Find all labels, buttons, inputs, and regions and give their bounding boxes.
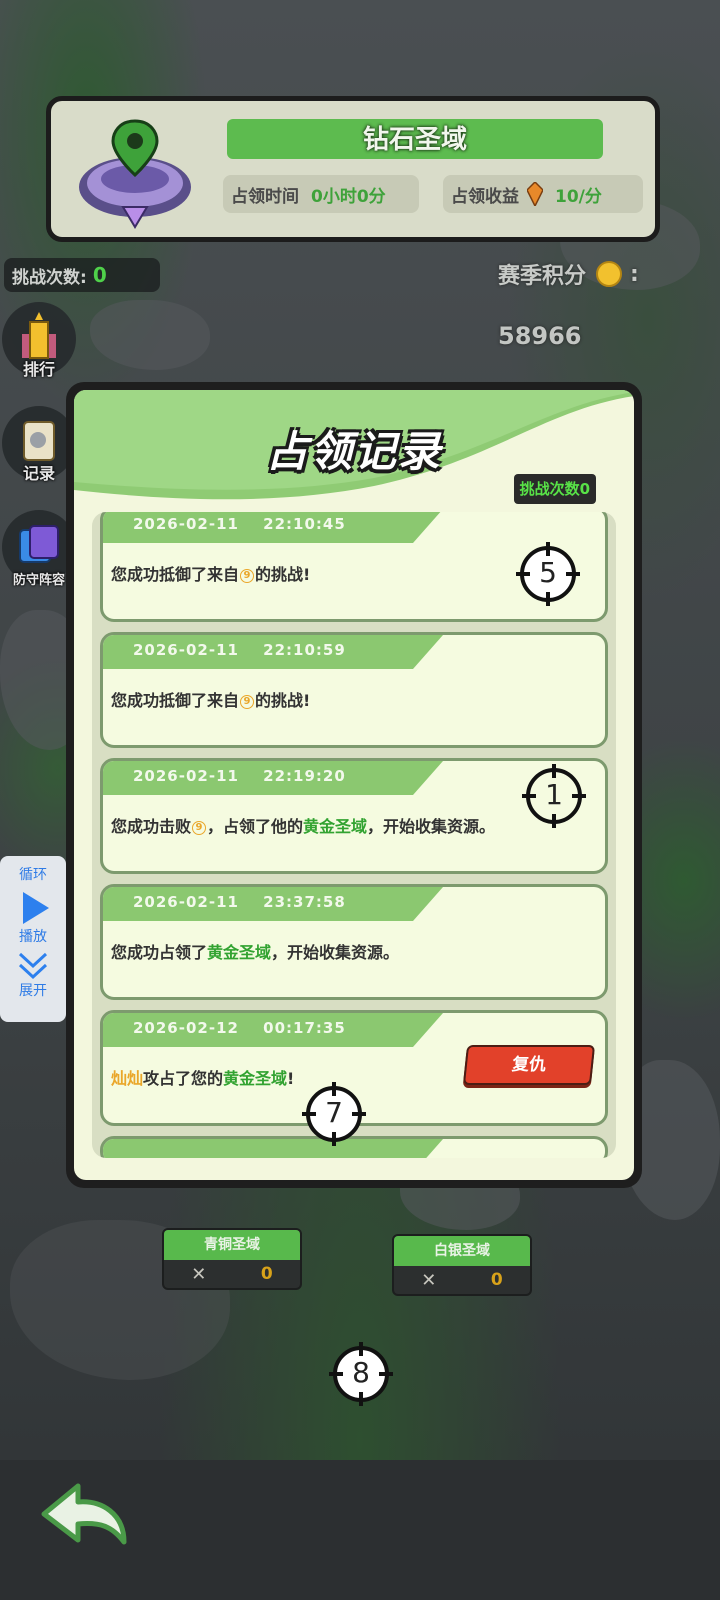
timestamp-band bbox=[103, 1139, 443, 1158]
gem-icon bbox=[527, 182, 543, 206]
record-message: 您成功抵御了来自 9 的挑战! bbox=[111, 561, 310, 585]
challenge-count-hud: 挑战次数: 0 bbox=[4, 258, 160, 292]
cards-icon bbox=[19, 525, 59, 563]
crosshair-marker: 7 bbox=[302, 1082, 366, 1146]
bronze-territory-slot[interactable]: 青铜圣域 ✕ 0 bbox=[162, 1228, 302, 1290]
defense-lineup-button[interactable]: 防守阵容 bbox=[2, 510, 76, 588]
play-icon[interactable] bbox=[23, 892, 49, 924]
occupy-time-label: 占领时间 bbox=[231, 186, 299, 207]
bronze-territory-count: 0 bbox=[260, 1264, 273, 1284]
playback-widget: 循环 播放 展开 bbox=[0, 856, 66, 1022]
defense-lineup-label: 防守阵容 bbox=[12, 573, 65, 588]
territory-link: 黄金圣域 bbox=[207, 943, 272, 962]
dialog-challenge-count: 挑战次数0 bbox=[513, 474, 596, 504]
occupy-income-value: 10/分 bbox=[555, 186, 602, 207]
season-score-label: 赛季积分 : bbox=[498, 258, 639, 290]
swords-icon: ✕ bbox=[421, 1269, 437, 1291]
message-text: 您成功占领了 bbox=[111, 943, 208, 962]
record-message: 您成功抵御了来自 9 的挑战! bbox=[111, 687, 310, 711]
records-button[interactable]: 记录 bbox=[2, 406, 76, 483]
record-message: 您成功击败 9 ，占领了他的黄金圣域，开始收集资源。 bbox=[111, 813, 495, 837]
dialog-title: 占领记录 bbox=[265, 428, 442, 475]
message-text: ! bbox=[287, 1069, 295, 1088]
message-text: 您成功抵御了来自 bbox=[111, 565, 240, 584]
player-level-badge: 9 bbox=[240, 694, 255, 709]
record-timestamp: 2026-02-11 22:10:59 bbox=[133, 641, 346, 659]
player-name: 灿灿 bbox=[111, 1069, 144, 1088]
coin-icon bbox=[596, 261, 623, 287]
record-timestamp: 2026-02-12 00:17:35 bbox=[133, 1019, 346, 1037]
loop-label[interactable]: 循环 bbox=[19, 864, 47, 884]
territory-name: 钻石圣域 bbox=[227, 119, 603, 159]
challenge-count-value: 0 bbox=[92, 263, 107, 287]
challenge-count-label: 挑战次数: bbox=[12, 267, 87, 288]
record-item: 2026-02-11 22:10:59 您成功抵御了来自 9 的挑战! bbox=[100, 632, 608, 748]
record-message: 您成功占领了黄金圣域，开始收集资源。 bbox=[111, 939, 399, 963]
message-text: 的挑战! bbox=[255, 691, 311, 710]
record-timestamp: 2026-02-11 22:19:20 bbox=[133, 767, 346, 785]
message-text: ，开始收集资源。 bbox=[271, 943, 400, 962]
ranking-button[interactable]: 排行 bbox=[2, 302, 76, 379]
scroll-icon bbox=[23, 421, 55, 461]
message-text: 您成功抵御了来自 bbox=[111, 691, 240, 710]
marker-number: 7 bbox=[325, 1096, 343, 1129]
territory-info-card: 钻石圣域 占领时间 0小时0分 占领收益 10/分 bbox=[46, 96, 660, 242]
message-text: 攻占了您的 bbox=[143, 1069, 224, 1088]
silver-territory-slot[interactable]: 白银圣域 ✕ 0 bbox=[392, 1234, 532, 1296]
territory-link: 黄金圣域 bbox=[223, 1069, 288, 1088]
record-timestamp: 2026-02-11 22:10:45 bbox=[133, 515, 346, 533]
marker-number: 1 bbox=[545, 778, 563, 811]
marker-number: 5 bbox=[539, 556, 557, 589]
occupy-time-stat: 占领时间 0小时0分 bbox=[223, 175, 419, 213]
expand-label[interactable]: 展开 bbox=[19, 980, 47, 1000]
crosshair-marker: 5 bbox=[516, 542, 580, 606]
territory-link: 黄金圣域 bbox=[303, 817, 368, 836]
swords-icon: ✕ bbox=[191, 1263, 207, 1285]
season-score-value: 58966 bbox=[498, 322, 582, 350]
record-item: 2026-02-11 23:37:58 您成功占领了黄金圣域，开始收集资源。 bbox=[100, 884, 608, 1000]
crosshair-marker: 8 bbox=[329, 1342, 393, 1406]
message-text: 您成功击败 bbox=[111, 817, 192, 836]
revenge-button[interactable]: 复仇 bbox=[462, 1045, 596, 1085]
season-score-text: 赛季积分 bbox=[498, 264, 587, 289]
message-text: ，开始收集资源。 bbox=[367, 817, 496, 836]
occupy-income-label: 占领收益 bbox=[451, 186, 519, 207]
records-list[interactable]: 2026-02-11 22:10:45 您成功抵御了来自 9 的挑战! 2026-02-… bbox=[92, 512, 616, 1158]
record-message: 灿灿攻占了您的黄金圣域! bbox=[111, 1065, 294, 1089]
territory-emblem-icon bbox=[79, 119, 191, 229]
occupy-time-value: 0小时0分 bbox=[311, 186, 386, 207]
player-level-badge: 9 bbox=[240, 568, 255, 583]
message-text: 的挑战! bbox=[255, 565, 311, 584]
play-label[interactable]: 播放 bbox=[19, 926, 47, 946]
marker-number: 8 bbox=[352, 1356, 370, 1389]
season-score-separator: : bbox=[630, 261, 639, 287]
back-arrow-icon[interactable] bbox=[40, 1480, 130, 1550]
trophy-icon bbox=[22, 312, 56, 359]
silver-territory-name: 白银圣域 bbox=[394, 1236, 530, 1266]
message-text: ，占领了他的 bbox=[207, 817, 304, 836]
bronze-territory-name: 青铜圣域 bbox=[164, 1230, 300, 1260]
expand-chevron-icon[interactable] bbox=[18, 952, 48, 980]
player-level-badge: 9 bbox=[192, 820, 207, 835]
silver-territory-count: 0 bbox=[490, 1270, 503, 1290]
occupy-income-stat: 占领收益 10/分 bbox=[443, 175, 643, 213]
record-timestamp: 2026-02-11 23:37:58 bbox=[133, 893, 346, 911]
crosshair-marker: 1 bbox=[522, 764, 586, 828]
